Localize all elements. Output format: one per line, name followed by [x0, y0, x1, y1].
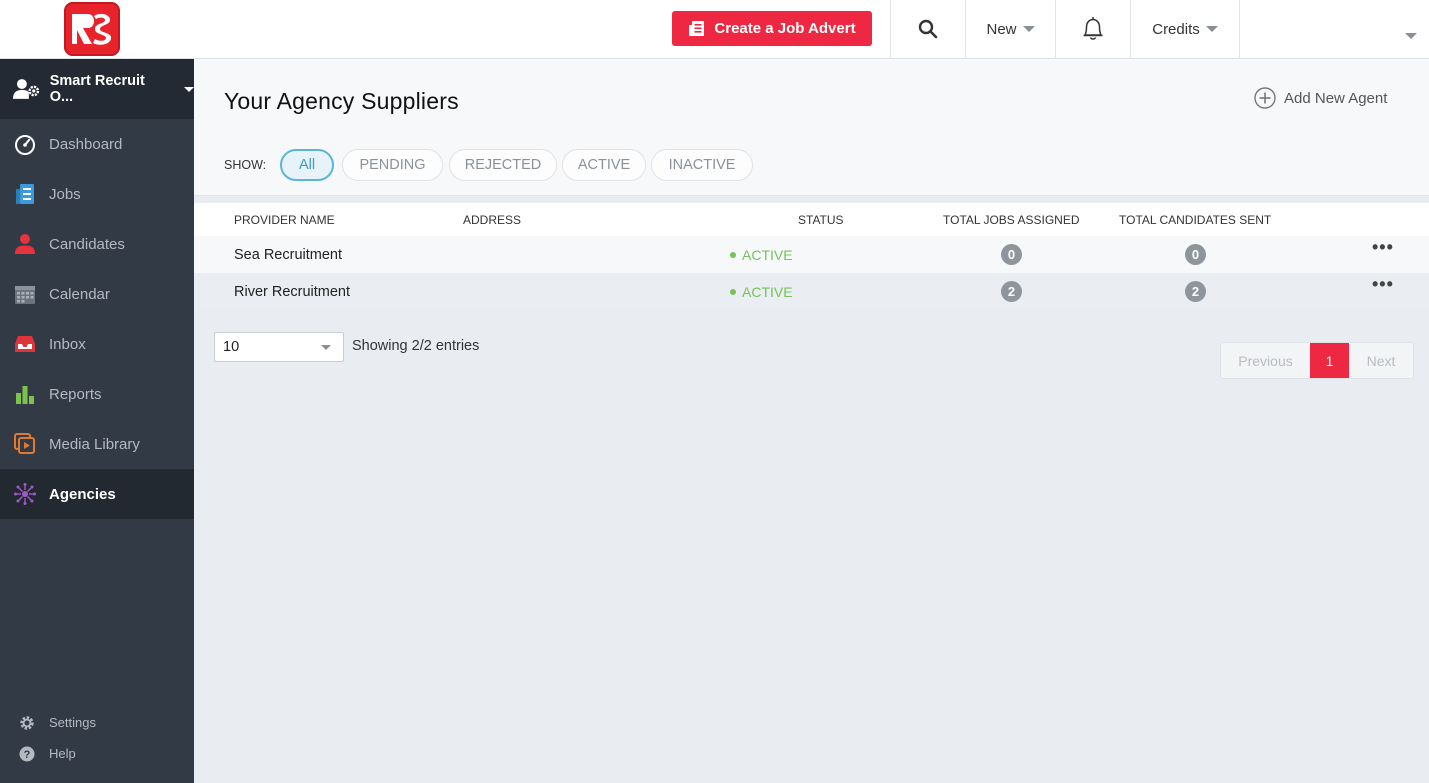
- sidebar-item-candidates[interactable]: Candidates: [0, 219, 194, 269]
- chevron-down-icon: [184, 86, 194, 92]
- main-content: Your Agency Suppliers Add New Agent SHOW…: [194, 59, 1429, 783]
- credits-menu-label: Credits: [1152, 20, 1200, 38]
- sidebar-footer: Settings ? Help: [0, 707, 194, 769]
- chevron-down-icon: [1022, 26, 1035, 32]
- filter-inactive[interactable]: INACTIVE: [651, 149, 753, 181]
- filter-all[interactable]: All: [280, 149, 334, 181]
- more-options-icon[interactable]: •••: [1372, 274, 1394, 295]
- add-new-agent-button[interactable]: Add New Agent: [1254, 87, 1387, 109]
- chevron-down-icon: [321, 345, 331, 350]
- sidebar-item-media-library[interactable]: Media Library: [0, 419, 194, 469]
- sidebar-item-label: Dashboard: [49, 135, 123, 153]
- table-row[interactable]: River Recruitment ACTIVE 2 2 •••: [194, 273, 1429, 310]
- candidates-sent-count: 0: [1185, 244, 1206, 265]
- sidebar-item-calendar[interactable]: Calendar: [0, 269, 194, 319]
- settings-link[interactable]: Settings: [0, 707, 194, 738]
- sidebar-item-label: Candidates: [49, 235, 125, 253]
- reports-icon: [13, 383, 36, 406]
- jobs-assigned-count: 2: [1001, 281, 1022, 302]
- filter-rejected[interactable]: REJECTED: [449, 149, 557, 181]
- new-menu-label: New: [986, 20, 1017, 38]
- inbox-icon: [13, 333, 36, 356]
- column-header-total-jobs-assigned[interactable]: TOTAL JOBS ASSIGNED: [943, 213, 1079, 227]
- user-gear-icon: [13, 79, 40, 99]
- status-badge: ACTIVE: [730, 247, 793, 263]
- sidebar-item-agencies[interactable]: Agencies: [0, 469, 194, 519]
- logo[interactable]: [64, 2, 120, 56]
- sidebar: Smart Recruit O... Dashboard Jobs Candid…: [0, 59, 194, 783]
- help-label: Help: [49, 746, 76, 761]
- sidebar-item-reports[interactable]: Reports: [0, 369, 194, 419]
- status-dot: [730, 289, 736, 295]
- sidebar-item-label: Calendar: [49, 285, 110, 303]
- sidebar-item-label: Jobs: [49, 185, 81, 203]
- svg-text:?: ?: [24, 749, 31, 761]
- more-options-icon[interactable]: •••: [1372, 237, 1394, 258]
- help-link[interactable]: ? Help: [0, 738, 194, 769]
- page-1-button[interactable]: 1: [1310, 343, 1349, 378]
- filter-pending[interactable]: PENDING: [342, 149, 443, 181]
- status-text: ACTIVE: [742, 284, 793, 300]
- plus-circle-icon: [1254, 87, 1276, 109]
- page-header: Your Agency Suppliers Add New Agent SHOW…: [194, 59, 1429, 196]
- page-size-select[interactable]: 10: [214, 332, 344, 362]
- status-dot: [730, 252, 736, 258]
- previous-page-button[interactable]: Previous: [1221, 343, 1310, 378]
- sidebar-item-jobs[interactable]: Jobs: [0, 169, 194, 219]
- organisation-switcher[interactable]: Smart Recruit O...: [0, 59, 194, 119]
- top-bar: Create a Job Advert New Credits: [0, 0, 1429, 59]
- jobs-assigned-count: 0: [1001, 244, 1022, 265]
- filter-label: SHOW:: [224, 158, 267, 172]
- settings-label: Settings: [49, 715, 96, 730]
- column-header-total-candidates-sent[interactable]: TOTAL CANDIDATES SENT: [1119, 213, 1271, 227]
- table-header: PROVIDER NAME ADDRESS STATUS TOTAL JOBS …: [194, 203, 1429, 236]
- notifications-button[interactable]: [1055, 0, 1130, 58]
- candidates-icon: [13, 233, 36, 256]
- media-library-icon: [13, 433, 36, 456]
- user-menu-toggle[interactable]: [1405, 26, 1417, 44]
- column-header-address[interactable]: ADDRESS: [463, 213, 521, 227]
- sidebar-item-label: Reports: [49, 385, 102, 403]
- entries-info: Showing 2/2 entries: [352, 338, 480, 354]
- status-badge: ACTIVE: [730, 284, 793, 300]
- bell-icon: [1083, 17, 1103, 40]
- sidebar-item-label: Media Library: [49, 435, 140, 453]
- pagination: Previous 1 Next: [1220, 342, 1414, 379]
- add-new-agent-label: Add New Agent: [1284, 89, 1388, 107]
- page-title: Your Agency Suppliers: [224, 88, 459, 114]
- next-page-button[interactable]: Next: [1349, 343, 1413, 378]
- chevron-down-icon: [1405, 33, 1417, 39]
- dashboard-icon: [13, 133, 36, 156]
- status-text: ACTIVE: [742, 247, 793, 263]
- document-icon: [689, 21, 705, 36]
- table-row[interactable]: Sea Recruitment ACTIVE 0 0 •••: [194, 236, 1429, 273]
- sidebar-item-label: Agencies: [49, 485, 116, 503]
- candidates-sent-count: 2: [1185, 281, 1206, 302]
- provider-name[interactable]: River Recruitment: [234, 284, 350, 300]
- new-menu[interactable]: New: [965, 0, 1055, 58]
- column-header-status[interactable]: STATUS: [798, 213, 844, 227]
- sidebar-item-inbox[interactable]: Inbox: [0, 319, 194, 369]
- column-header-provider-name[interactable]: PROVIDER NAME: [234, 213, 335, 227]
- organisation-name: Smart Recruit O...: [49, 73, 145, 105]
- sidebar-item-dashboard[interactable]: Dashboard: [0, 119, 194, 169]
- sidebar-item-label: Inbox: [49, 335, 86, 353]
- jobs-icon: [13, 183, 36, 206]
- provider-name[interactable]: Sea Recruitment: [234, 247, 342, 263]
- agency-table: PROVIDER NAME ADDRESS STATUS TOTAL JOBS …: [194, 203, 1429, 310]
- credits-menu[interactable]: Credits: [1130, 0, 1240, 58]
- create-job-advert-label: Create a Job Advert: [714, 20, 856, 37]
- chevron-down-icon: [1205, 26, 1218, 32]
- help-icon: ?: [19, 746, 35, 761]
- calendar-icon: [13, 283, 36, 306]
- create-job-advert-button[interactable]: Create a Job Advert: [672, 11, 872, 46]
- agencies-icon: [13, 483, 36, 506]
- search-icon: [918, 19, 938, 39]
- filter-active[interactable]: ACTIVE: [562, 149, 646, 181]
- search-button[interactable]: [890, 0, 965, 58]
- gear-icon: [20, 715, 34, 730]
- page-size-value: 10: [223, 339, 240, 355]
